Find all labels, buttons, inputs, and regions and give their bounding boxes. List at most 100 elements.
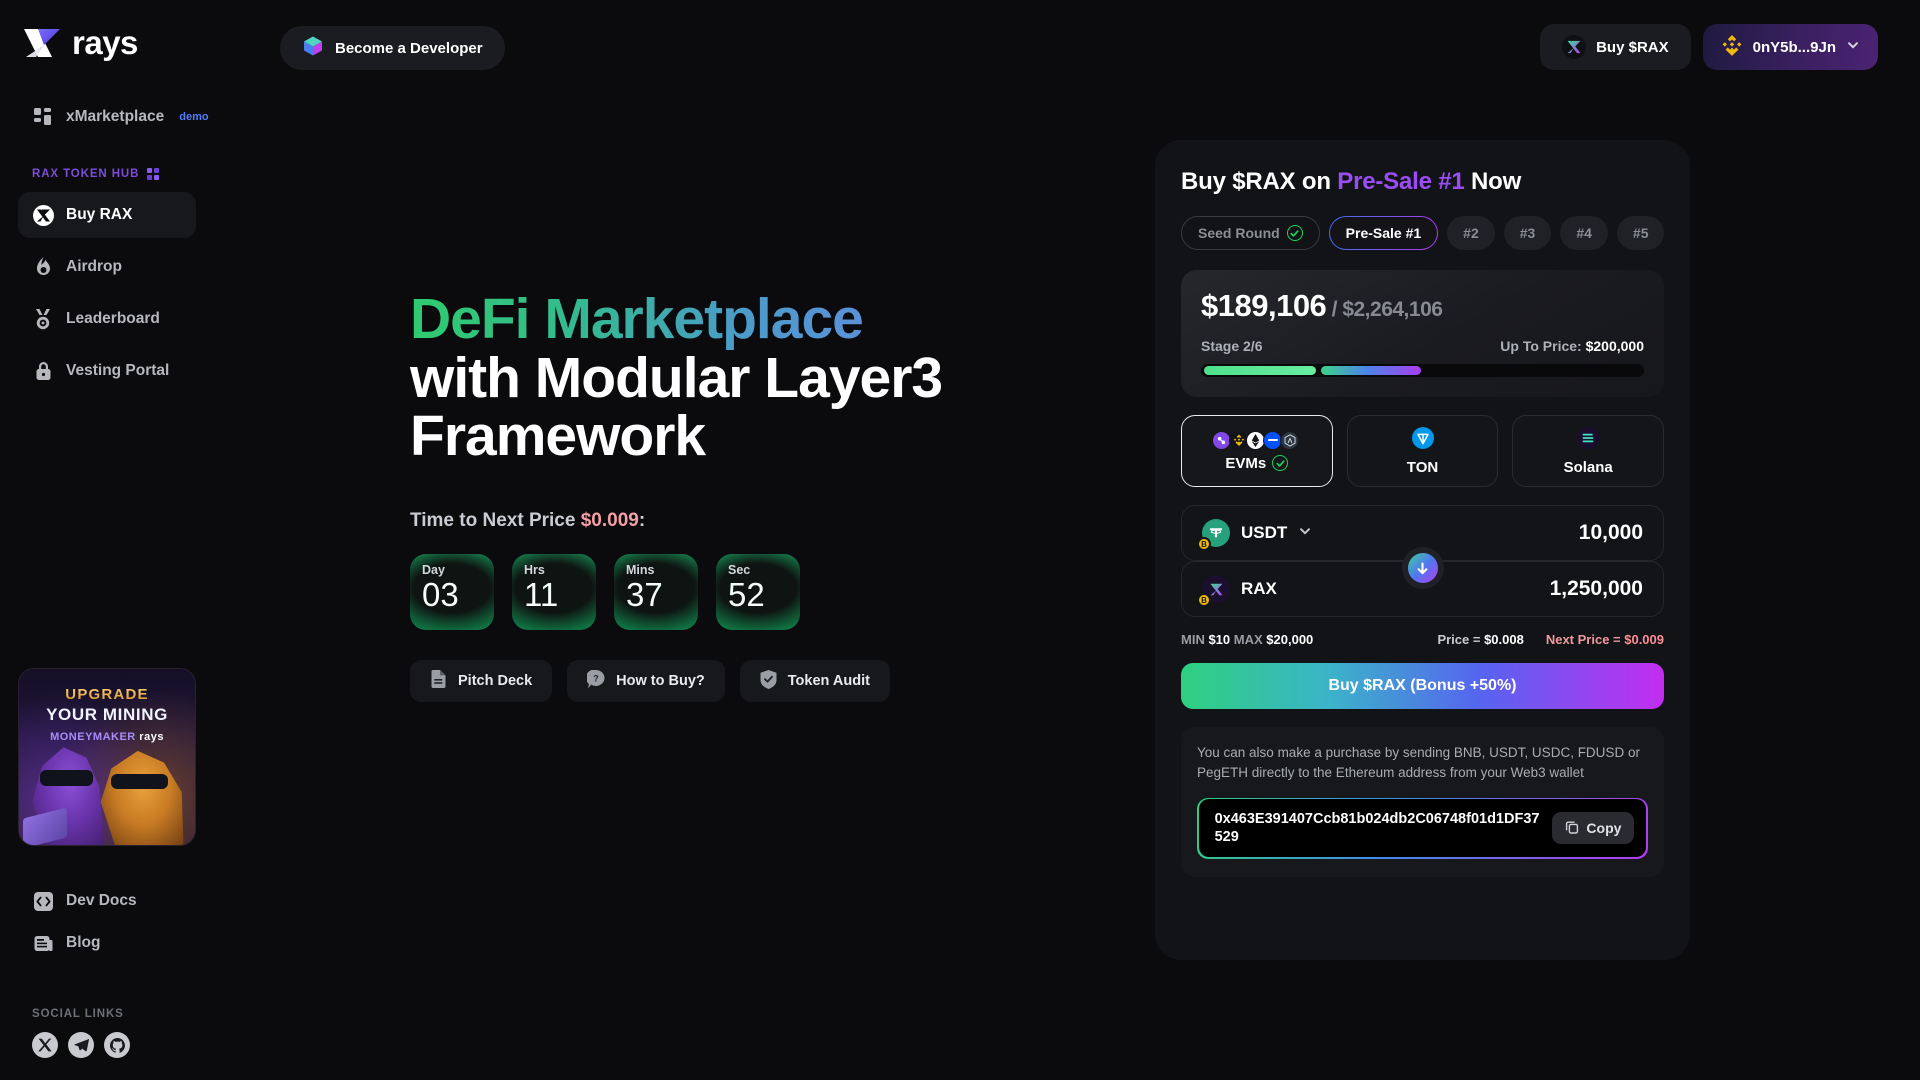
flame-icon: [32, 256, 54, 278]
check-circle-icon: [1272, 455, 1289, 471]
arbitrum-icon: [1280, 430, 1300, 450]
hero-title-gradient: DeFi Marketplace: [410, 287, 864, 351]
sidebar-hub-nav: Buy RAX Airdrop Leaderboard Vesting Port…: [18, 192, 196, 394]
telegram-icon[interactable]: [68, 1032, 94, 1058]
next-price-value: $0.009: [1624, 632, 1664, 647]
grid-icon: [32, 106, 54, 128]
panel-title-pre: Buy $RAX on: [1181, 168, 1338, 195]
stage-2[interactable]: #2: [1447, 216, 1495, 250]
buy-rax-button[interactable]: Buy $RAX: [1540, 24, 1691, 70]
token-audit-label: Token Audit: [787, 673, 870, 690]
stage-pre-sale-1[interactable]: Pre-Sale #1: [1329, 216, 1439, 250]
become-developer-button[interactable]: Become a Developer: [280, 26, 505, 70]
stage-3[interactable]: #3: [1503, 216, 1552, 250]
arrow-down-icon: [1407, 553, 1438, 583]
countdown-value: 37: [626, 576, 663, 614]
sidebar-item-blog[interactable]: Blog: [18, 922, 196, 964]
page-root: rays xMarketplace demo RAX TOKEN HUB Buy…: [0, 0, 1920, 1080]
chain-selector: EVMs TON Solana: [1181, 415, 1665, 487]
shield-check-icon: [760, 669, 777, 693]
sidebar-bottom-nav: Dev Docs Blog SOCIAL LINKS: [18, 880, 196, 1058]
chain-label: Solana: [1563, 458, 1613, 476]
deposit-address: 0x463E391407Ccb81b024db2C06748f01d1DF375…: [1214, 810, 1540, 846]
countdown-timer: Day 03 Hrs 11 Mins 37 Sec 52: [410, 554, 1110, 631]
promo-brand: MONEYMAKER: [50, 731, 136, 743]
to-token: B RAX: [1197, 575, 1277, 607]
github-icon[interactable]: [104, 1032, 130, 1058]
rax-x-icon: B: [1197, 575, 1230, 607]
raised-card: $189,106 / $2,264,106 Stage 2/6 Up To Pr…: [1181, 270, 1664, 397]
question-bubble-icon: ?: [585, 669, 605, 693]
chain-option-ton[interactable]: TON: [1346, 415, 1499, 487]
stage-seed-round[interactable]: Seed Round: [1181, 216, 1320, 250]
cube-icon: [302, 35, 324, 61]
rays-x-logo-icon: [22, 25, 62, 61]
raised-meta: Stage 2/6 Up To Price: $200,000: [1201, 338, 1644, 354]
countdown-value: 11: [524, 576, 559, 614]
sidebar-item-leaderboard[interactable]: Leaderboard: [18, 296, 196, 342]
stage-label: #2: [1463, 225, 1479, 241]
chevron-down-icon[interactable]: [1298, 523, 1312, 543]
sidebar-item-dev-docs[interactable]: Dev Docs: [18, 880, 196, 922]
token-audit-button[interactable]: Token Audit: [739, 660, 890, 703]
min-max-limits: MIN $10 MAX $20,000: [1181, 632, 1313, 647]
stage-label: #3: [1519, 225, 1536, 241]
sidebar: rays xMarketplace demo RAX TOKEN HUB Buy…: [0, 0, 212, 1080]
countdown-value: 03: [422, 576, 459, 614]
copy-button[interactable]: Copy: [1552, 812, 1635, 845]
x-twitter-icon[interactable]: [32, 1032, 58, 1058]
countdown-day: Day 03: [410, 554, 494, 631]
buy-rax-label: Buy $RAX: [1596, 38, 1669, 56]
sidebar-item-label: Leaderboard: [66, 310, 160, 327]
stage-5[interactable]: #5: [1616, 216, 1665, 250]
price-value: $0.008: [1484, 632, 1524, 647]
address-field-wrapper: 0x463E391407Ccb81b024db2C06748f01d1DF375…: [1197, 797, 1648, 859]
min-label: MIN: [1181, 632, 1209, 647]
countdown-value: 52: [728, 576, 765, 614]
buy-rax-cta-button[interactable]: Buy $RAX (Bonus +50%): [1181, 663, 1664, 709]
buy-panel: Buy $RAX on Pre-Sale #1 Now Seed Round P…: [1155, 140, 1690, 960]
become-developer-label: Become a Developer: [335, 39, 483, 57]
ton-icon: [1411, 426, 1434, 454]
raised-total: $2,264,106: [1342, 298, 1443, 321]
ttnp-text: Time to Next Price: [410, 510, 581, 532]
sidebar-item-label: Vesting Portal: [66, 362, 170, 379]
brand-logo[interactable]: rays: [18, 0, 194, 62]
how-to-buy-button[interactable]: ? How to Buy?: [567, 660, 725, 703]
bnb-icon: B: [1197, 593, 1211, 607]
swap-direction-button[interactable]: [1401, 547, 1444, 589]
promo-banner[interactable]: UPGRADE YOUR MINING MONEYMAKER rays: [18, 668, 196, 846]
bnb-icon: [1721, 34, 1743, 60]
limits-row: MIN $10 MAX $20,000 Price = $0.008 Next …: [1181, 632, 1664, 647]
sidebar-item-xmarketplace[interactable]: xMarketplace demo: [18, 96, 209, 138]
topbar: Become a Developer Buy $RAX 0nY5b...9Jn: [212, 0, 1920, 82]
stage-4[interactable]: #4: [1560, 216, 1608, 250]
from-token[interactable]: B USDT: [1197, 519, 1312, 551]
copy-label: Copy: [1586, 820, 1622, 837]
rax-x-icon: [32, 204, 54, 226]
usdt-icon: B: [1197, 519, 1230, 551]
sidebar-item-buy-rax[interactable]: Buy RAX: [18, 192, 196, 238]
min-value: $10: [1208, 632, 1231, 647]
chain-option-evms[interactable]: EVMs: [1181, 415, 1333, 487]
sidebar-item-label: Blog: [66, 934, 101, 951]
pitch-deck-label: Pitch Deck: [458, 673, 533, 690]
hero-title-rest: with Modular Layer3 Framework: [410, 345, 943, 469]
countdown-seconds: Sec 52: [716, 554, 800, 631]
price-info: Price = $0.008 Next Price = $0.009: [1437, 632, 1664, 647]
promo-line-3: MONEYMAKER rays: [19, 731, 195, 743]
to-token-label: RAX: [1241, 579, 1277, 598]
chain-option-solana[interactable]: Solana: [1512, 415, 1665, 487]
lock-icon: [32, 360, 54, 382]
pitch-deck-button[interactable]: Pitch Deck: [410, 660, 553, 703]
wallet-address-label: 0nY5b...9Jn: [1752, 38, 1836, 56]
from-amount[interactable]: 10,000: [1579, 521, 1643, 545]
stage-label: #4: [1576, 225, 1592, 241]
sidebar-item-airdrop[interactable]: Airdrop: [18, 244, 196, 290]
countdown-label: Mins: [626, 563, 655, 578]
address-field[interactable]: 0x463E391407Ccb81b024db2C06748f01d1DF375…: [1198, 799, 1647, 858]
stage-label: #5: [1632, 225, 1649, 241]
max-value: $20,000: [1266, 632, 1314, 647]
wallet-button[interactable]: 0nY5b...9Jn: [1702, 24, 1878, 70]
sidebar-item-vesting-portal[interactable]: Vesting Portal: [18, 348, 196, 394]
